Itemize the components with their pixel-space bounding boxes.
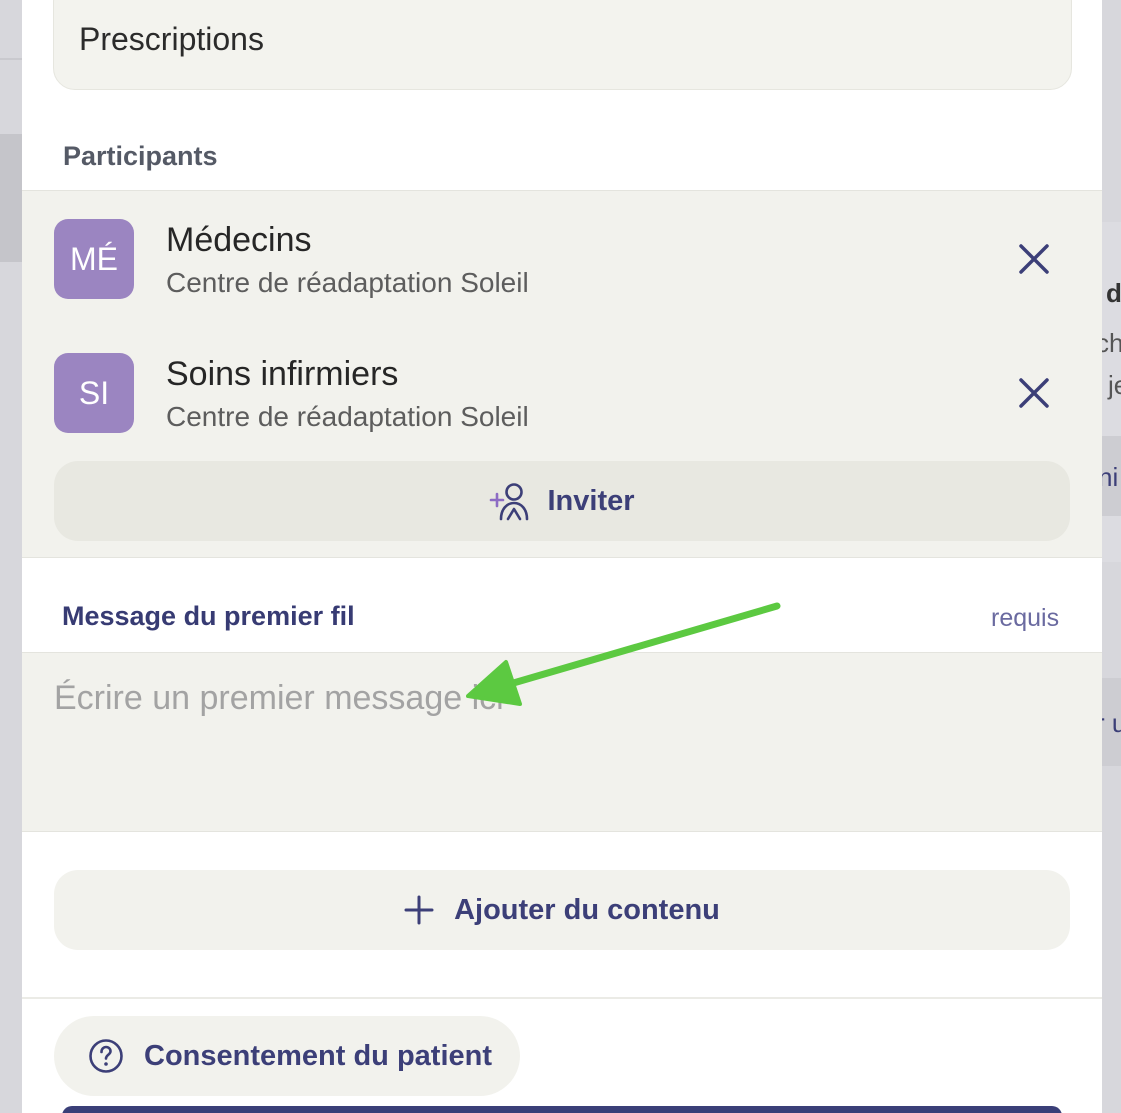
remove-participant-button[interactable]	[1014, 239, 1054, 279]
plus-icon	[404, 895, 434, 925]
invite-button-label: Inviter	[547, 484, 635, 517]
section-divider	[22, 997, 1102, 999]
participant-name: Médecins	[166, 221, 312, 259]
background-divider	[0, 58, 22, 60]
background-text-fragment: je	[1108, 370, 1121, 400]
participant-avatar: MÉ	[54, 219, 134, 299]
first-message-area	[22, 652, 1102, 832]
required-indicator: requis	[991, 604, 1060, 632]
participant-item: MÉ Médecins Centre de réadaptation Solei…	[22, 219, 1102, 301]
participant-organization: Centre de réadaptation Soleil	[166, 401, 529, 432]
help-circle-icon	[89, 1039, 123, 1073]
participant-name: Soins infirmiers	[166, 355, 399, 393]
background-text-fragment: r u	[1102, 708, 1121, 738]
patient-consent-label: Consentement du patient	[144, 1039, 493, 1072]
add-content-button[interactable]: Ajouter du contenu	[54, 870, 1070, 950]
first-message-input[interactable]	[22, 653, 1102, 831]
add-content-label: Ajouter du contenu	[454, 893, 720, 926]
participant-organization: Centre de réadaptation Soleil	[166, 267, 529, 298]
close-icon	[1019, 378, 1049, 408]
background-block	[0, 134, 22, 262]
patient-consent-button[interactable]: Consentement du patient	[54, 1016, 520, 1096]
background-page-left	[0, 0, 22, 1113]
type-field[interactable]: Prescriptions	[53, 0, 1072, 90]
background-page-right: d ch je ni r u	[1102, 0, 1121, 1113]
background-text-fragment: ch	[1102, 328, 1121, 358]
close-icon	[1019, 244, 1049, 274]
participants-list: MÉ Médecins Centre de réadaptation Solei…	[22, 190, 1102, 558]
new-thread-modal: Prescriptions Participants MÉ Médecins C…	[22, 0, 1102, 1113]
invite-button[interactable]: Inviter	[54, 461, 1070, 541]
remove-participant-button[interactable]	[1014, 373, 1054, 413]
background-text-fragment: d	[1106, 278, 1121, 308]
participant-item: SI Soins infirmiers Centre de réadaptati…	[22, 353, 1102, 435]
participants-title: Participants	[63, 141, 218, 171]
background-text-fragment: ni	[1102, 462, 1119, 492]
type-field-value: Prescriptions	[79, 21, 264, 57]
participant-avatar: SI	[54, 353, 134, 433]
add-user-icon	[490, 483, 529, 521]
primary-button-edge[interactable]	[62, 1106, 1062, 1113]
first-message-label: Message du premier fil	[62, 601, 355, 631]
